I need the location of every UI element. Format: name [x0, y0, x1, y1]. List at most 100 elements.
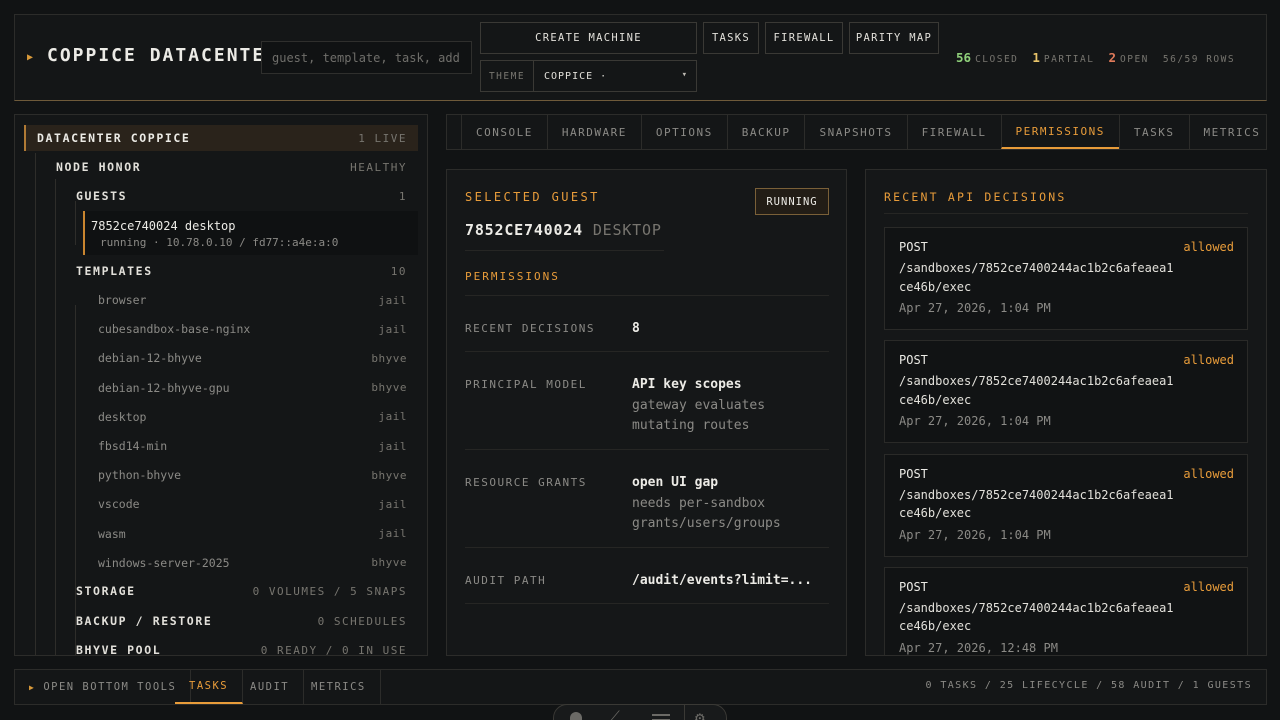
card-path: /sandboxes/7852ce7400244ac1b2c6afeaea1ce… — [899, 374, 1174, 407]
tab-tasks[interactable]: TASKS — [1118, 115, 1189, 149]
template-item[interactable]: fbsd14-min jail — [15, 433, 427, 459]
template-name: fbsd14-min — [98, 439, 168, 453]
dock-gear-icon[interactable]: ⚙ — [695, 708, 705, 720]
template-kind: jail — [378, 527, 407, 541]
template-item[interactable]: vscode jail — [15, 491, 427, 517]
caret-right-icon: ▶ — [27, 52, 34, 63]
template-name: python-bhyve — [98, 468, 182, 483]
parity-map-button[interactable]: PARITY MAP — [849, 22, 939, 54]
template-name: windows-server-2025 — [98, 555, 230, 570]
firewall-button[interactable]: FIREWALL — [765, 22, 843, 54]
guest-name: 7852ce740024 desktop — [91, 219, 236, 233]
row-principal-model: PRINCIPAL MODEL API key scopes gateway e… — [465, 377, 829, 450]
template-name: cubesandbox-base-nginx — [98, 322, 251, 337]
template-kind: jail — [378, 322, 407, 336]
template-name: desktop — [98, 409, 147, 424]
theme-picker[interactable]: THEME COPPICE · ▾ — [480, 60, 697, 92]
template-item[interactable]: windows-server-2025 bhyve — [15, 550, 427, 576]
tab-hardware[interactable]: HARDWARE — [546, 115, 641, 149]
api-decisions-panel: RECENT API DECISIONS POST/sandboxes/7852… — [865, 169, 1267, 656]
template-item[interactable]: browser jail — [15, 287, 427, 313]
tree-backup[interactable]: BACKUP / RESTORE 0 SCHEDULES — [15, 608, 427, 634]
tree-datacenter[interactable]: DATACENTER COPPICE 1 LIVE — [24, 125, 418, 151]
template-item[interactable]: python-bhyve bhyve — [15, 462, 427, 488]
tab-options[interactable]: OPTIONS — [640, 115, 727, 149]
row-resource-grants: RESOURCE GRANTS open UI gap needs per-sa… — [465, 475, 829, 548]
dock-menu-icon[interactable] — [652, 714, 670, 716]
row-recent-decisions: RECENT DECISIONS 8 — [465, 321, 829, 352]
template-name: vscode — [98, 497, 140, 512]
dock-app-icon[interactable] — [570, 712, 582, 720]
template-item[interactable]: desktop jail — [15, 404, 427, 430]
guest-heading: 7852CE740024 DESKTOP — [465, 221, 662, 239]
template-kind: jail — [378, 497, 407, 511]
app-title: COPPICE DATACENTER — [47, 45, 279, 66]
tree-guest-selected[interactable]: 7852ce740024 desktop running · 10.78.0.1… — [83, 211, 418, 255]
tree-guests[interactable]: GUESTS 1 — [15, 183, 427, 209]
card-time: Apr 27, 2026, 12:48 PM — [899, 640, 1058, 655]
dock: ⟋ ⚙ — [553, 704, 727, 720]
template-kind: jail — [378, 293, 407, 307]
card-path: /sandboxes/7852ce7400244ac1b2c6afeaea1ce… — [899, 487, 1174, 521]
api-decision-card[interactable]: POST/sandboxes/7852ce7400244ac1b2c6afeae… — [884, 566, 1248, 655]
top-header: ▶ COPPICE DATACENTER CREATE MACHINE TASK… — [14, 14, 1267, 101]
template-name: debian-12-bhyve-gpu — [98, 380, 230, 395]
card-path: /sandboxes/7852ce7400244ac1b2c6afeaea1ce… — [899, 261, 1174, 294]
card-status: allowed — [1183, 240, 1234, 254]
tab-console[interactable]: CONSOLE — [461, 115, 547, 149]
rows-count: 56/59 ROWS — [1162, 54, 1236, 65]
tree-storage[interactable]: STORAGE 0 VOLUMES / 5 SNAPS — [15, 578, 427, 604]
permissions-title: PERMISSIONS — [465, 270, 560, 283]
card-status: allowed — [1183, 579, 1234, 594]
api-decision-card[interactable]: POST/sandboxes/7852ce7400244ac1b2c6afeae… — [884, 340, 1248, 444]
search-input[interactable] — [261, 41, 472, 74]
template-name: wasm — [98, 526, 126, 541]
section-title: SELECTED GUEST — [465, 190, 600, 204]
api-title: RECENT API DECISIONS — [884, 190, 1067, 204]
card-status: allowed — [1183, 466, 1234, 481]
template-name: debian-12-bhyve — [98, 351, 202, 366]
card-method: POST — [899, 579, 928, 594]
bottom-tab-metrics[interactable]: METRICS — [297, 670, 381, 704]
resource-tree: DATACENTER COPPICE 1 LIVE NODE HONOR HEA… — [14, 114, 428, 656]
template-item[interactable]: debian-12-bhyve bhyve — [15, 345, 427, 371]
card-time: Apr 27, 2026, 1:04 PM — [899, 527, 1051, 542]
api-decision-card[interactable]: POST/sandboxes/7852ce7400244ac1b2c6afeae… — [884, 453, 1248, 557]
guest-id: 7852CE740024 — [465, 221, 583, 239]
card-time: Apr 27, 2026, 1:04 PM — [899, 414, 1051, 429]
tree-bhyve-pool[interactable]: BHYVE POOL 0 READY / 0 IN USE — [15, 637, 427, 655]
dock-rocket-icon[interactable]: ⟋ — [610, 709, 620, 720]
bottom-summary: 0 TASKS / 25 LIFECYCLE / 58 AUDIT / 1 GU… — [925, 680, 1252, 691]
template-kind: bhyve — [371, 381, 407, 395]
template-kind: bhyve — [371, 351, 407, 365]
template-kind: jail — [378, 439, 407, 453]
chevron-down-icon: ▾ — [681, 70, 688, 80]
template-item[interactable]: wasm jail — [15, 521, 427, 547]
tasks-button[interactable]: TASKS — [703, 22, 759, 54]
guest-type: DESKTOP — [592, 221, 662, 239]
tab-permissions[interactable]: PERMISSIONS — [1000, 115, 1119, 149]
create-machine-button[interactable]: CREATE MACHINE — [480, 22, 697, 54]
theme-select[interactable]: COPPICE · ▾ — [534, 61, 696, 91]
bottom-tab-tasks[interactable]: TASKS — [175, 670, 244, 704]
open-bottom-tools-button[interactable]: ▶ OPEN BOTTOM TOOLS — [15, 670, 192, 704]
tab-backup[interactable]: BACKUP — [726, 115, 805, 149]
card-method: POST — [899, 466, 928, 481]
tab-firewall[interactable]: FIREWALL — [906, 115, 1001, 149]
selected-guest-panel: SELECTED GUEST RUNNING 7852CE740024 DESK… — [446, 169, 847, 656]
api-decision-card[interactable]: POST/sandboxes/7852ce7400244ac1b2c6afeae… — [884, 227, 1248, 330]
template-item[interactable]: debian-12-bhyve-gpu bhyve — [15, 375, 427, 401]
card-time: Apr 27, 2026, 1:04 PM — [899, 301, 1051, 315]
partial-stat: 1 PARTIAL — [1032, 50, 1095, 65]
tab-snapshots[interactable]: SNAPSHOTS — [804, 115, 906, 149]
row-audit-path: AUDIT PATH /audit/events?limit=... — [465, 573, 829, 604]
template-item[interactable]: cubesandbox-base-nginx jail — [15, 316, 427, 342]
open-stat: 2 OPEN — [1108, 50, 1149, 65]
tree-templates[interactable]: TEMPLATES 10 — [15, 258, 427, 284]
theme-value: COPPICE · — [544, 70, 608, 82]
tab-metrics[interactable]: METRICS — [1188, 115, 1275, 149]
bottom-tab-audit[interactable]: AUDIT — [236, 670, 305, 704]
card-method: POST — [899, 240, 928, 254]
tree-node[interactable]: NODE HONOR HEALTHY — [15, 154, 427, 180]
template-kind: bhyve — [371, 556, 407, 570]
